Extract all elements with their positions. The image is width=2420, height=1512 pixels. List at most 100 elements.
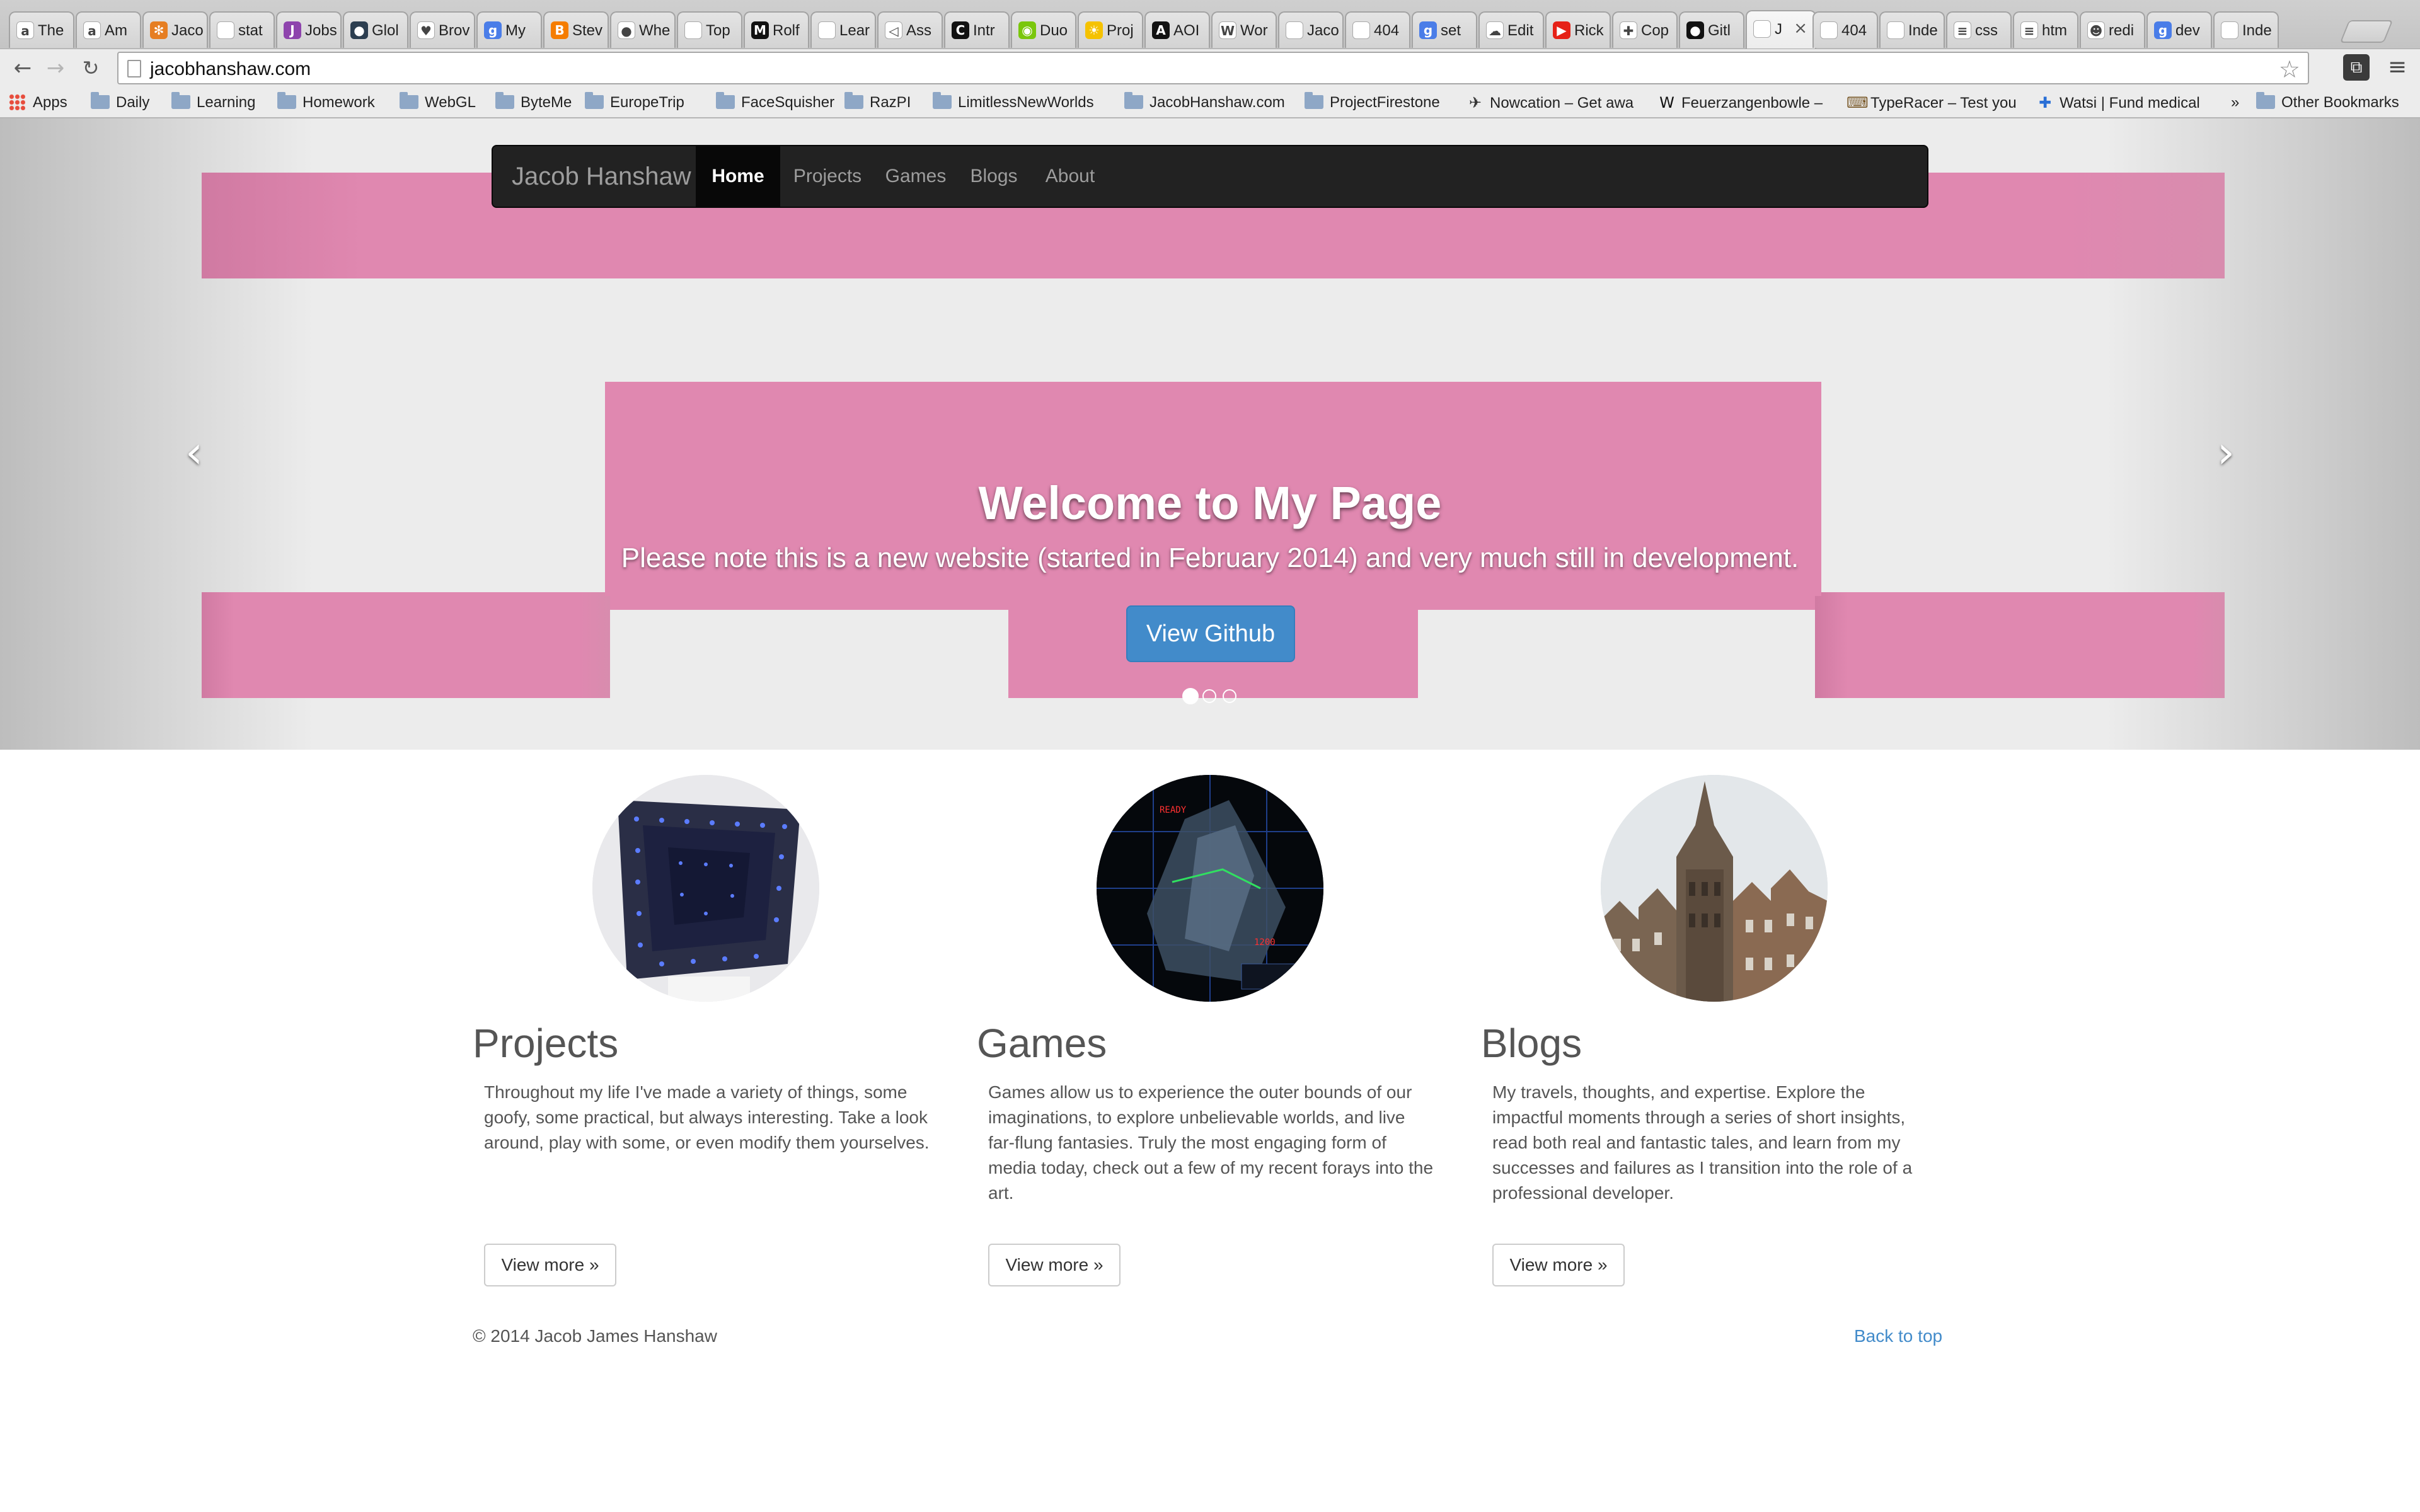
carousel-next-icon[interactable]: ›	[2201, 421, 2251, 484]
back-arrow-icon[interactable]: ←	[9, 54, 37, 82]
carousel-prev-icon[interactable]: ‹	[169, 421, 219, 484]
browser-tab[interactable]: g My	[476, 11, 542, 48]
bookmark-watsi[interactable]: ✚ Watsi | Fund medical	[2036, 92, 2200, 113]
browser-tab[interactable]: ♥ Brov	[410, 11, 475, 48]
bookmark-label: Learning	[197, 94, 256, 111]
browser-tab[interactable]: ☀ Proj	[1078, 11, 1143, 48]
browser-tab[interactable]: A AOI	[1144, 11, 1210, 48]
carousel-indicator-2[interactable]	[1202, 689, 1216, 703]
browser-tab[interactable]: ◁ Ass	[877, 11, 943, 48]
browser-tab[interactable]: Top	[677, 11, 742, 48]
browser-tab[interactable]: ◉ Duo	[1011, 11, 1076, 48]
browser-tab[interactable]: B Stev	[543, 11, 609, 48]
tab-label: Top	[706, 22, 730, 39]
bookmark-folder[interactable]: RazPI	[844, 92, 911, 113]
slide-graphic-block	[1008, 382, 1418, 483]
browser-tab[interactable]: ● Gitl	[1679, 11, 1744, 48]
bookmark-apps[interactable]: Apps	[9, 92, 67, 113]
bookmark-star-icon[interactable]: ☆	[2279, 55, 2300, 83]
extension-icon[interactable]: ⧉	[2343, 54, 2370, 81]
browser-tab[interactable]: ☻ redi	[2080, 11, 2145, 48]
browser-tab[interactable]: C Intr	[944, 11, 1010, 48]
projects-view-more-button[interactable]: View more »	[484, 1244, 616, 1286]
carousel-indicator-1[interactable]	[1182, 688, 1199, 704]
tab-label: htm	[2042, 22, 2068, 39]
bookmark-overflow[interactable]: »	[2231, 92, 2239, 113]
browser-tab[interactable]: stat	[209, 11, 275, 48]
nav-games[interactable]: Games	[875, 146, 957, 207]
browser-tab[interactable]: 404	[1812, 11, 1878, 48]
page-icon	[1820, 21, 1838, 39]
bookmark-folder[interactable]: Daily	[91, 92, 149, 113]
bookmark-folder[interactable]: EuropeTrip	[585, 92, 684, 113]
folder-icon	[716, 92, 735, 109]
tab-label: Am	[105, 22, 127, 39]
bookmark-label: Watsi | Fund medical	[2060, 94, 2200, 112]
browser-tab[interactable]: ☁ Edit	[1478, 11, 1544, 48]
globe-icon: ●	[350, 21, 368, 39]
browser-tab[interactable]: Inde	[1879, 11, 1945, 48]
browser-tab[interactable]: ≡ htm	[2013, 11, 2078, 48]
bookmark-plane[interactable]: ✈ Nowcation – Get awa	[1466, 92, 1634, 113]
bookmark-wikipedia[interactable]: W Feuerzangenbowle –	[1657, 92, 1823, 113]
browser-tab[interactable]: ▶ Rick	[1545, 11, 1611, 48]
browser-tab[interactable]: J ×	[1746, 10, 1816, 49]
nav-projects[interactable]: Projects	[780, 146, 875, 207]
bookmark-folder[interactable]: Other Bookmarks	[2256, 92, 2399, 113]
menu-icon[interactable]: ≡	[2385, 54, 2410, 81]
browser-tab[interactable]: g set	[1412, 11, 1477, 48]
nav-home[interactable]: Home	[696, 146, 780, 207]
browser-tab[interactable]: a Am	[76, 11, 141, 48]
bookmark-folder[interactable]: Homework	[277, 92, 375, 113]
sun-icon: ☀	[1085, 21, 1103, 39]
back-to-top-link[interactable]: Back to top	[1854, 1325, 1942, 1348]
bookmark-folder[interactable]: ByteMe	[495, 92, 572, 113]
browser-tab[interactable]: J Jobs	[276, 11, 342, 48]
browser-tab[interactable]: Jaco	[1278, 11, 1344, 48]
bookmarks-bar: Apps Daily Learning Homework WebGL ByteMe Euro…	[0, 87, 2420, 118]
url-text[interactable]: jacobhanshaw.com	[150, 59, 311, 80]
forward-arrow-icon[interactable]: →	[42, 54, 69, 82]
bookmark-label: Homework	[302, 94, 375, 111]
folder-icon	[91, 92, 110, 109]
browser-tab[interactable]: g dev	[2146, 11, 2212, 48]
browser-tab[interactable]: ● Glol	[343, 11, 408, 48]
typeracer-icon: ⌨	[1847, 94, 1869, 112]
blogs-view-more-button[interactable]: View more »	[1492, 1244, 1625, 1286]
page-icon	[127, 60, 141, 77]
carousel-indicator-3[interactable]	[1223, 689, 1236, 703]
bookmark-folder[interactable]: WebGL	[400, 92, 476, 113]
browser-tab[interactable]: ✚ Cop	[1612, 11, 1678, 48]
nav-about[interactable]: About	[1031, 146, 1109, 207]
bookmark-folder[interactable]: FaceSquisher	[716, 92, 834, 113]
browser-tab[interactable]: 404	[1345, 11, 1410, 48]
slide-graphic-block	[202, 592, 610, 698]
browser-tab[interactable]: ● Whe	[610, 11, 676, 48]
jobs-icon: J	[284, 21, 301, 39]
navbar-brand[interactable]: Jacob Hanshaw	[512, 146, 691, 207]
bookmark-folder[interactable]: ProjectFirestone	[1305, 92, 1440, 113]
bookmark-folder[interactable]: JacobHanshaw.com	[1124, 92, 1285, 113]
games-view-more-button[interactable]: View more »	[988, 1244, 1121, 1286]
bookmark-folder[interactable]: LimitlessNewWorlds	[933, 92, 1094, 113]
address-bar[interactable]: jacobhanshaw.com ☆	[117, 52, 2309, 84]
tab-label: The	[38, 22, 64, 39]
browser-tab[interactable]: ≡ css	[1946, 11, 2012, 48]
browser-tab[interactable]: a The	[9, 11, 74, 48]
reload-icon[interactable]: ↻	[77, 54, 105, 82]
browser-tab[interactable]: ✻ Jaco	[142, 11, 208, 48]
bookmark-label: Daily	[116, 94, 150, 111]
blogs-image	[1601, 775, 1828, 1002]
bookmark-label: ByteMe	[521, 94, 572, 111]
nav-blogs[interactable]: Blogs	[957, 146, 1031, 207]
browser-tab[interactable]: Inde	[2213, 11, 2279, 48]
bookmark-folder[interactable]: Learning	[171, 92, 255, 113]
new-tab-button[interactable]	[2339, 20, 2394, 43]
browser-tab[interactable]: M Rolf	[744, 11, 809, 48]
close-tab-icon[interactable]: ×	[1794, 19, 1807, 38]
bookmark-typeracer[interactable]: ⌨ TypeRacer – Test you	[1847, 92, 2017, 113]
projects-image	[592, 775, 819, 1002]
view-github-button[interactable]: View Github	[1126, 605, 1295, 662]
browser-tab[interactable]: W Wor	[1211, 11, 1277, 48]
browser-tab[interactable]: Lear	[810, 11, 876, 48]
